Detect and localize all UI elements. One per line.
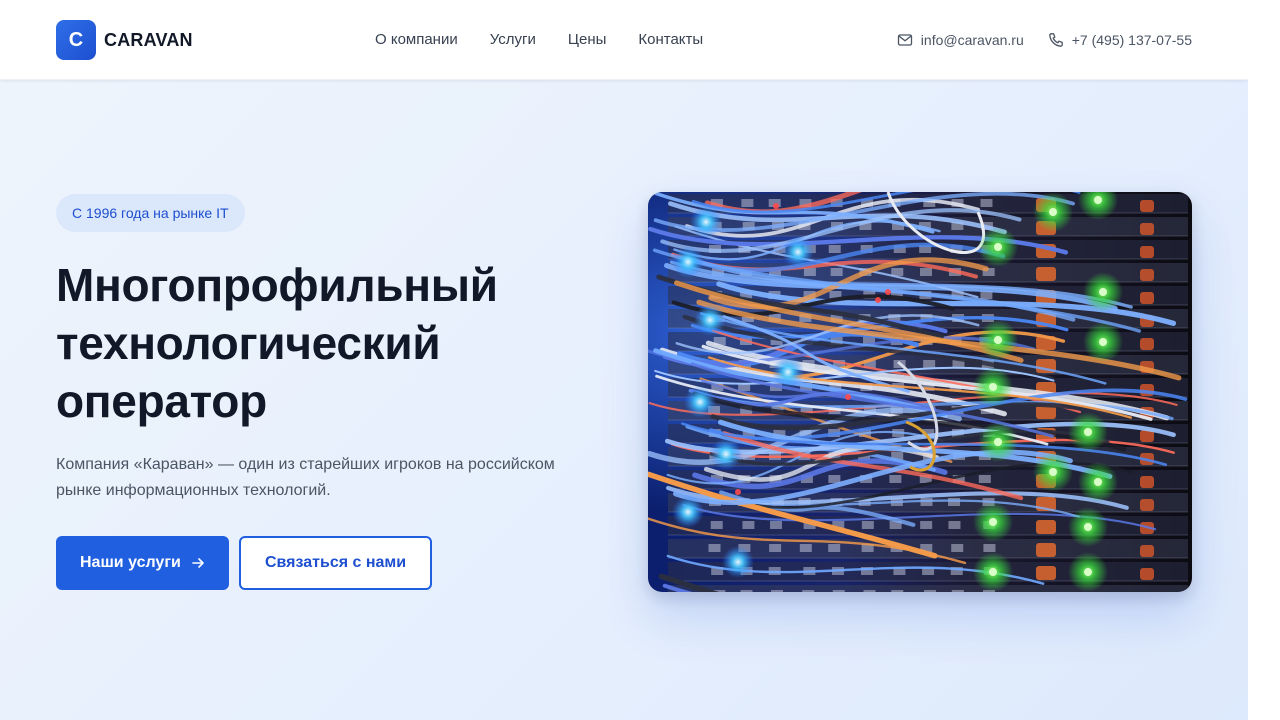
hero-title-line: технологический [56, 317, 441, 369]
site-header: C CARAVAN О компании Услуги Цены Контакт… [0, 0, 1248, 80]
nav-item-contacts[interactable]: Контакты [638, 29, 703, 51]
phone-icon [1048, 33, 1063, 47]
nav-item-prices[interactable]: Цены [568, 29, 607, 51]
mail-icon [897, 34, 912, 46]
brand-name: CARAVAN [104, 29, 193, 50]
email-link[interactable]: info@caravan.ru [897, 29, 1024, 51]
hero-title: Многопрофильный технологический оператор [56, 256, 616, 430]
hero-subtitle-line: рынке информационных технологий. [56, 482, 331, 499]
email-text: info@caravan.ru [920, 32, 1024, 48]
phone-link[interactable]: +7 (495) 137-07-55 [1048, 29, 1192, 51]
arrow-right-icon [192, 558, 204, 568]
nav-item-about[interactable]: О компании [375, 29, 458, 51]
server-rack-image [648, 192, 1192, 592]
phone-text: +7 (495) 137-07-55 [1071, 32, 1192, 48]
page: C CARAVAN О компании Услуги Цены Контакт… [0, 0, 1248, 720]
since-badge: С 1996 года на рынке IT [56, 194, 245, 232]
logo[interactable]: C CARAVAN [56, 20, 193, 60]
server-rack-photo [648, 192, 1192, 592]
contact-us-button[interactable]: Связаться с нами [239, 536, 433, 590]
hero-subtitle: Компания «Караван» — один из старейших и… [56, 452, 596, 504]
main-nav: О компании Услуги Цены Контакты [375, 29, 703, 51]
our-services-button[interactable]: Наши услуги [56, 536, 229, 590]
nav-item-services[interactable]: Услуги [490, 29, 536, 51]
hero-subtitle-line: Компания «Караван» — один из старейших и… [56, 456, 555, 473]
hero-title-line: оператор [56, 375, 267, 427]
header-contacts: info@caravan.ru +7 (495) 137-07-55 [897, 29, 1192, 51]
scrollbar-track[interactable] [1248, 0, 1280, 720]
hero-title-line: Многопрофильный [56, 259, 498, 311]
our-services-label: Наши услуги [80, 554, 181, 571]
logo-mark: C [56, 20, 96, 60]
hero-section: С 1996 года на рынке IT Многопрофильный … [0, 80, 1248, 720]
